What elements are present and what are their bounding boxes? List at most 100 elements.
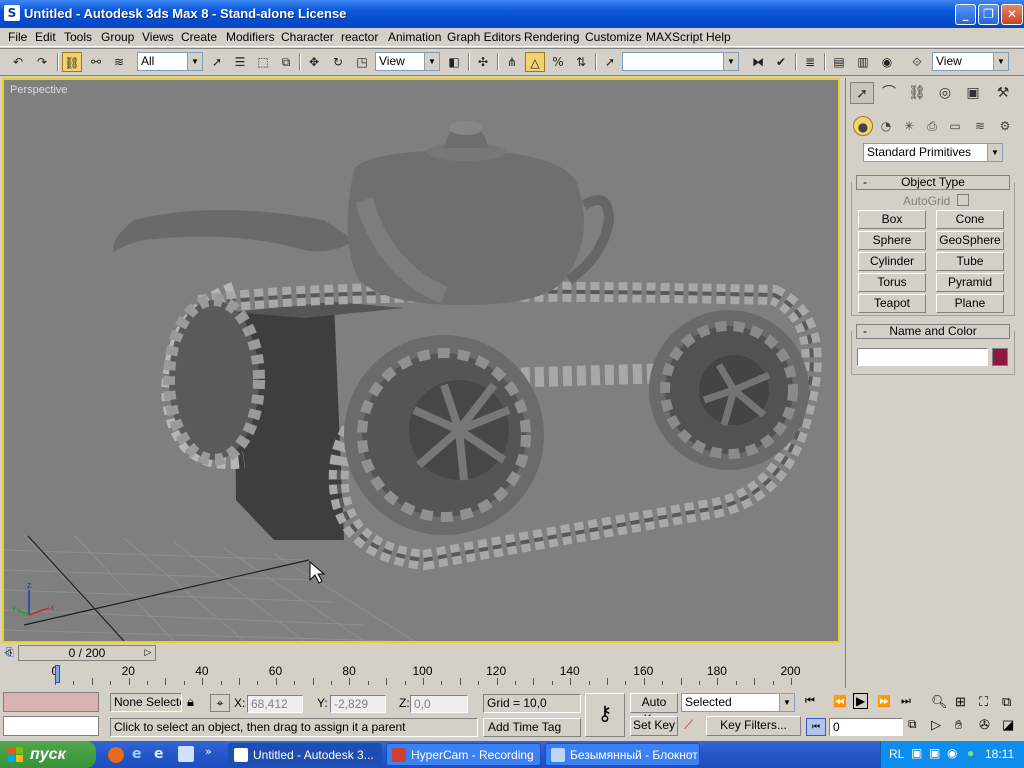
material-editor-icon[interactable]: ◉ [877, 52, 897, 72]
menu-graph-editors[interactable]: Graph Editors [447, 30, 521, 44]
autogrid-checkbox[interactable] [957, 194, 969, 206]
create-tab-icon[interactable]: ➚ [850, 82, 874, 104]
geosphere-button[interactable]: GeoSphere [936, 231, 1004, 250]
slider-prev-icon[interactable]: ◁ [4, 645, 16, 661]
render-scene-icon[interactable]: ⟐ [907, 52, 927, 72]
add-time-tag-button[interactable]: Add Time Tag [483, 718, 581, 737]
quicklaunch-more-icon[interactable]: » [205, 745, 212, 758]
next-frame-icon[interactable]: ⏩ [877, 695, 891, 708]
object-color-swatch[interactable] [992, 348, 1008, 366]
teapot-button[interactable]: Teapot [858, 294, 926, 313]
maxscript-listener-mini[interactable] [3, 692, 99, 712]
render-view-dropdown[interactable]: View ▼ [932, 52, 1009, 71]
zoom-extents-all-icon[interactable]: ⧉ [1002, 694, 1011, 710]
ie-quicklaunch-icon[interactable]: e [132, 746, 142, 762]
app-icon[interactable]: S [4, 5, 20, 21]
tube-button[interactable]: Tube [936, 252, 1004, 271]
angle-snap-icon[interactable]: △ [525, 52, 545, 72]
menu-views[interactable]: Views [142, 30, 174, 44]
plane-button[interactable]: Plane [936, 294, 1004, 313]
zoom-all-icon[interactable]: ⊞ [955, 694, 966, 710]
start-button[interactable]: пуск [0, 741, 96, 768]
lights-icon[interactable]: ✳ [899, 116, 919, 136]
language-indicator[interactable]: RL [889, 747, 904, 761]
move-icon[interactable]: ✥ [304, 52, 324, 72]
curve-editor-icon[interactable]: ▤ [829, 52, 849, 72]
box-button[interactable]: Box [858, 210, 926, 229]
space-warps-icon[interactable]: ≋ [970, 116, 990, 136]
zoom-icon[interactable]: 🔍︎ [931, 694, 948, 710]
name-color-rollout-header[interactable]: - Name and Color [856, 324, 1010, 339]
named-selection-dropdown[interactable]: ▼ [622, 52, 739, 71]
pyramid-button[interactable]: Pyramid [936, 273, 1004, 292]
y-coord-field[interactable]: -2,829 [330, 695, 386, 713]
maxscript-output-mini[interactable] [3, 716, 99, 736]
time-config-icon[interactable]: ⧉ [908, 717, 917, 732]
geometry-icon[interactable]: ● [853, 116, 873, 136]
lock-selection-icon[interactable]: 🔒︎ [187, 694, 194, 710]
menu-edit[interactable]: Edit [35, 30, 56, 44]
set-key-mode-icon[interactable]: ⚷ [585, 693, 625, 737]
arc-rotate-icon[interactable]: ✇ [979, 717, 990, 733]
pan-icon[interactable]: ✋︎ [955, 717, 962, 733]
edit-named-selections-icon[interactable]: ➚ [600, 52, 620, 72]
sphere-button[interactable]: Sphere [858, 231, 926, 250]
menu-customize[interactable]: Customize [585, 30, 642, 44]
undo-icon[interactable]: ↶ [8, 52, 28, 72]
firefox-quicklaunch-icon[interactable] [108, 747, 124, 763]
spinner-snap-icon[interactable]: ⇅ [571, 52, 591, 72]
menu-group[interactable]: Group [101, 30, 134, 44]
schematic-view-icon[interactable]: ▥ [853, 52, 873, 72]
set-key-button[interactable]: Set Key [630, 716, 678, 736]
menu-rendering[interactable]: Rendering [524, 30, 579, 44]
ie-quicklaunch-icon-2[interactable]: e [154, 746, 164, 762]
auto-key-button[interactable]: Auto Key [630, 693, 678, 726]
current-frame-field[interactable]: 0 [829, 718, 903, 736]
network-icon[interactable]: ▣ [911, 746, 922, 760]
go-to-end-icon[interactable]: ⏭ [901, 695, 911, 708]
manipulate-icon[interactable]: ✣ [473, 52, 493, 72]
display-tab-icon[interactable]: ▣ [961, 82, 985, 104]
torus-button[interactable]: Torus [858, 273, 926, 292]
select-by-name-icon[interactable]: ☰ [230, 52, 250, 72]
select-and-link-icon[interactable]: ⛓ [62, 52, 82, 72]
volume-icon[interactable]: ◉ [947, 746, 957, 760]
play-icon[interactable]: ▶ [853, 693, 869, 709]
layer-manager-icon[interactable]: ≣ [800, 52, 820, 72]
motion-tab-icon[interactable]: ◎ [933, 82, 957, 104]
close-button[interactable]: ✕ [1001, 4, 1023, 25]
go-to-start-icon[interactable]: ⏮ [805, 695, 815, 708]
task-hypercam[interactable]: HyperCam - Recording [386, 743, 541, 766]
mirror-icon[interactable]: ⧓ [748, 52, 768, 72]
object-name-field[interactable] [857, 348, 988, 366]
cylinder-button[interactable]: Cylinder [858, 252, 926, 271]
snap-toggle-icon[interactable]: ⋔ [502, 52, 522, 72]
task-notepad[interactable]: Безымянный - Блокнот [545, 743, 700, 766]
helpers-icon[interactable]: ▭ [945, 116, 965, 136]
field-of-view-icon[interactable]: ▷ [931, 717, 941, 733]
primitive-category-dropdown[interactable]: Standard Primitives ▼ [863, 143, 1003, 162]
previous-frame-icon[interactable]: ⏪ [833, 695, 847, 708]
shapes-icon[interactable]: ◔ [876, 116, 896, 136]
object-type-rollout-header[interactable]: - Object Type [856, 175, 1010, 190]
menu-animation[interactable]: Animation [388, 30, 441, 44]
modify-tab-icon[interactable]: ⌒ [877, 82, 901, 104]
menu-help[interactable]: Help [706, 30, 731, 44]
perspective-viewport[interactable]: zxy Perspective [2, 78, 840, 643]
x-coord-field[interactable]: 68,412 [247, 695, 303, 713]
task-3dsmax[interactable]: Untitled - Autodesk 3... [228, 743, 382, 766]
time-slider[interactable]: 0 / 200 [18, 645, 156, 661]
menu-modifiers[interactable]: Modifiers [226, 30, 275, 44]
zoom-extents-icon[interactable]: ⛶ [979, 694, 988, 710]
show-desktop-icon[interactable] [178, 746, 194, 762]
menu-file[interactable]: File [8, 30, 27, 44]
reference-coord-dropdown[interactable]: View ▼ [375, 52, 440, 71]
key-filters-button[interactable]: Key Filters... [706, 716, 801, 736]
rect-selection-icon[interactable]: ⬚ [253, 52, 273, 72]
current-frame-marker[interactable] [55, 665, 60, 683]
redo-icon[interactable]: ↷ [32, 52, 52, 72]
utilities-tab-icon[interactable]: ⚒ [991, 82, 1015, 104]
select-object-icon[interactable]: ➚ [207, 52, 227, 72]
selection-filter-dropdown[interactable]: All ▼ [137, 52, 203, 71]
menu-maxscript[interactable]: MAXScript [646, 30, 703, 44]
